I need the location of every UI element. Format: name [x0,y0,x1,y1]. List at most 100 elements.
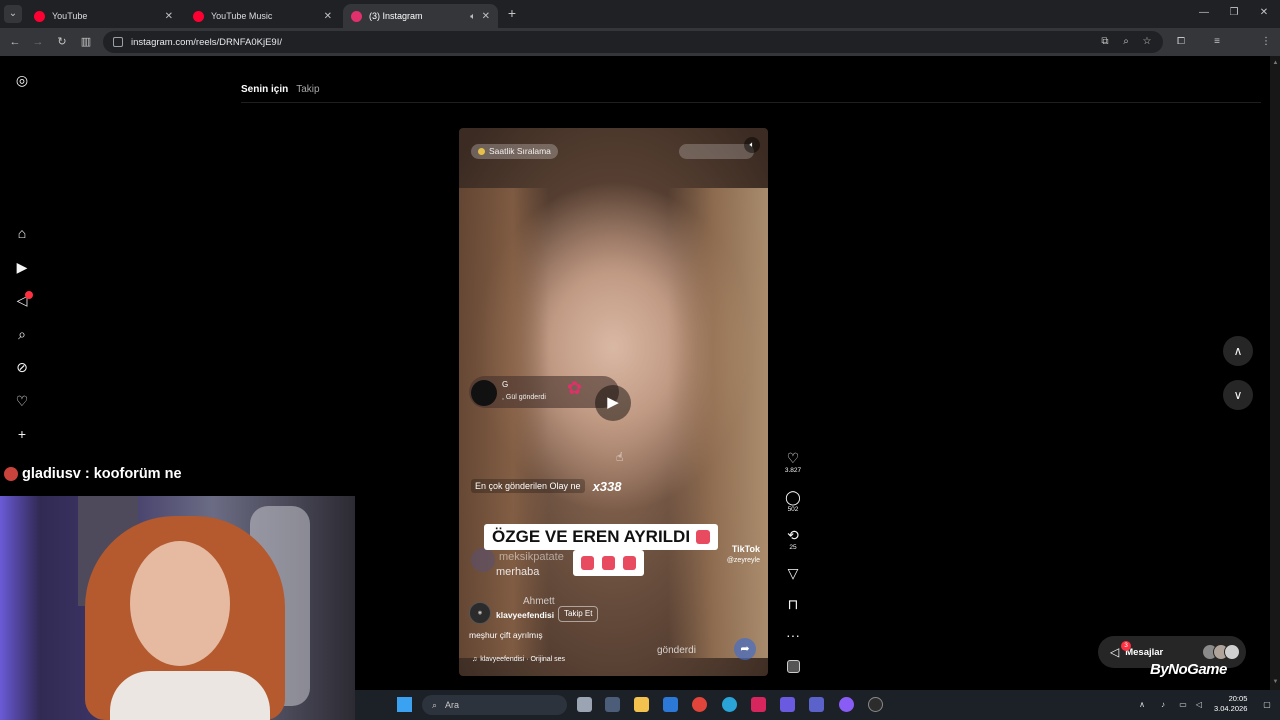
share-arrow-icon: ➦ [734,638,756,660]
taskbar-clock[interactable]: 20:05 3.04.2026 [1214,694,1247,714]
repost-button[interactable]: ⟲ 25 [784,527,802,551]
reels-icon[interactable]: ▶ [13,258,31,276]
streamer-webcam [0,496,355,720]
page-scrollbar[interactable] [1270,56,1280,690]
like-button[interactable]: ♡ 3.827 [784,450,802,474]
tab-for-you[interactable]: Senin için [241,84,288,95]
more-dots-icon: ··· [786,627,800,643]
bookmark-star-icon[interactable]: ☆ [1140,35,1154,49]
tiktok-label: TikTok [731,544,760,554]
audio-thumbnail[interactable] [787,660,800,673]
close-tab-icon[interactable]: ✕ [324,11,332,22]
taskbar-search-placeholder: Ara [445,700,460,710]
tab-strip: ⌄ YouTube ✕ YouTube Music ✕ (3) Instagra… [0,0,1280,28]
tab-search-button[interactable]: ⌄ [4,5,22,23]
close-tab-icon[interactable]: ✕ [165,11,173,22]
follow-button[interactable]: Takip Et [558,606,599,622]
home-icon[interactable]: ⌂ [13,224,31,242]
instagram-app-icon[interactable] [751,697,766,712]
sidebar-toggle-icon[interactable]: ▥ [79,35,93,49]
task-view-icon[interactable] [577,697,592,712]
chat-user-name: meksikpatate [499,551,564,563]
file-explorer-icon[interactable] [634,697,649,712]
browser-toolbar: ← → ↻ ▥ instagram.com/reels/DRNFA0KjE9I/… [0,28,1280,76]
install-app-icon[interactable]: ⧉ [1098,35,1112,49]
address-bar[interactable]: instagram.com/reels/DRNFA0KjE9I/ [103,31,1163,53]
clock-date: 3.04.2026 [1214,704,1248,713]
windows-start-icon[interactable] [397,697,412,712]
instagram-logo-icon[interactable]: ◎ [13,71,31,89]
next-reel-button[interactable]: ∨ [1223,380,1253,410]
play-button[interactable]: ▶ [595,385,631,421]
scroll-down-arrow-icon[interactable]: ▼ [1272,679,1279,686]
previous-reel-button[interactable]: ∧ [1223,336,1253,366]
chat-gift-text: gönderdi [657,645,696,656]
close-window-button[interactable]: ✕ [1256,6,1272,20]
outlook-icon[interactable] [663,697,678,712]
explore-icon[interactable]: ⊘ [13,358,31,376]
video-headline: ÖZGE VE EREN AYRILDI [484,524,719,550]
more-menu-icon[interactable]: ⋮ [1259,35,1273,49]
author-name[interactable]: klavyeefendisi [496,610,554,620]
network-icon[interactable]: ▭ [1178,700,1188,710]
webcam-background [0,496,40,720]
media-control-icon[interactable]: ≡ [1210,35,1224,49]
reload-button[interactable]: ↻ [55,35,69,49]
author-avatar[interactable]: ◉ [469,602,491,624]
close-tab-icon[interactable]: ✕ [482,11,490,22]
notifications-icon[interactable]: ▢ [1262,700,1272,710]
extensions-icon[interactable]: ⧠ [1174,35,1188,49]
tab-youtube[interactable]: YouTube ✕ [26,4,181,28]
mute-toggle-icon[interactable]: 🔈︎ [744,137,760,153]
app-icon[interactable] [780,697,795,712]
top-right-pill [679,144,754,159]
taskbar-search[interactable]: ⌕ Ara [422,695,567,715]
scroll-up-arrow-icon[interactable]: ▲ [1272,60,1279,67]
audio-attribution[interactable]: ♫ klavyeefendisi · Orijinal ses [472,653,565,665]
new-tab-button[interactable]: + [505,6,519,20]
repost-count: 25 [789,544,797,551]
store-icon[interactable] [605,697,620,712]
streamer-figure [110,671,270,720]
search-icon[interactable]: ⌕ [13,325,31,343]
feed-divider [241,102,1261,103]
reel-video[interactable]: Saatlik Sıralama 🔈︎ G , Gül gönderdi ✿ ▶… [459,128,768,676]
restore-button[interactable]: ❐ [1226,6,1242,20]
messages-badge [25,291,33,299]
tab-instagram[interactable]: (3) Instagram 🔈︎ ✕ [343,4,498,28]
microphone-icon[interactable]: ♪ [1158,700,1168,710]
forward-button[interactable]: → [31,35,45,49]
feed-tabs: Senin için Takip [241,84,320,95]
zoom-icon[interactable]: ⌕ [1119,35,1133,49]
comment-button[interactable]: ◯ 502 [784,489,802,513]
tab-title: (3) Instagram [369,11,423,21]
minimize-button[interactable]: — [1196,6,1212,20]
audio-label: klavyeefendisi · Orijinal ses [480,655,566,663]
teams-icon[interactable] [809,697,824,712]
comment-icon: ◯ [785,489,801,505]
site-info-icon[interactable] [113,37,123,47]
gift-text: , Gül gönderdi [502,394,546,401]
notifications-heart-icon[interactable]: ♡ [13,392,31,410]
search-icon: ⌕ [432,699,438,710]
tiktok-handle: @zeyreyle [726,557,760,564]
tab-following[interactable]: Takip [296,84,319,95]
volume-icon[interactable]: ◁ [1194,700,1204,710]
app-icon[interactable] [868,697,883,712]
reel-caption[interactable]: meşhur çift ayrılmış [469,630,543,640]
music-note-icon: ♫ [472,655,478,663]
save-button[interactable]: ⊓ [784,596,802,612]
back-button[interactable]: ← [8,35,22,49]
more-options-button[interactable]: ··· [784,627,802,643]
tab-youtube-music[interactable]: YouTube Music ✕ [185,4,340,28]
create-icon[interactable]: + [13,425,31,443]
obs-icon[interactable] [839,697,854,712]
chrome-icon[interactable] [692,697,707,712]
repost-icon: ⟲ [787,527,799,543]
edge-icon[interactable] [722,697,737,712]
tray-chevron-icon[interactable]: ∧ [1137,700,1147,710]
youtube-icon [34,10,45,22]
speaker-icon[interactable]: 🔈︎ [470,11,475,22]
share-button[interactable]: ▽ [784,565,802,581]
hourly-ranking-label: Saatlik Sıralama [489,146,551,156]
